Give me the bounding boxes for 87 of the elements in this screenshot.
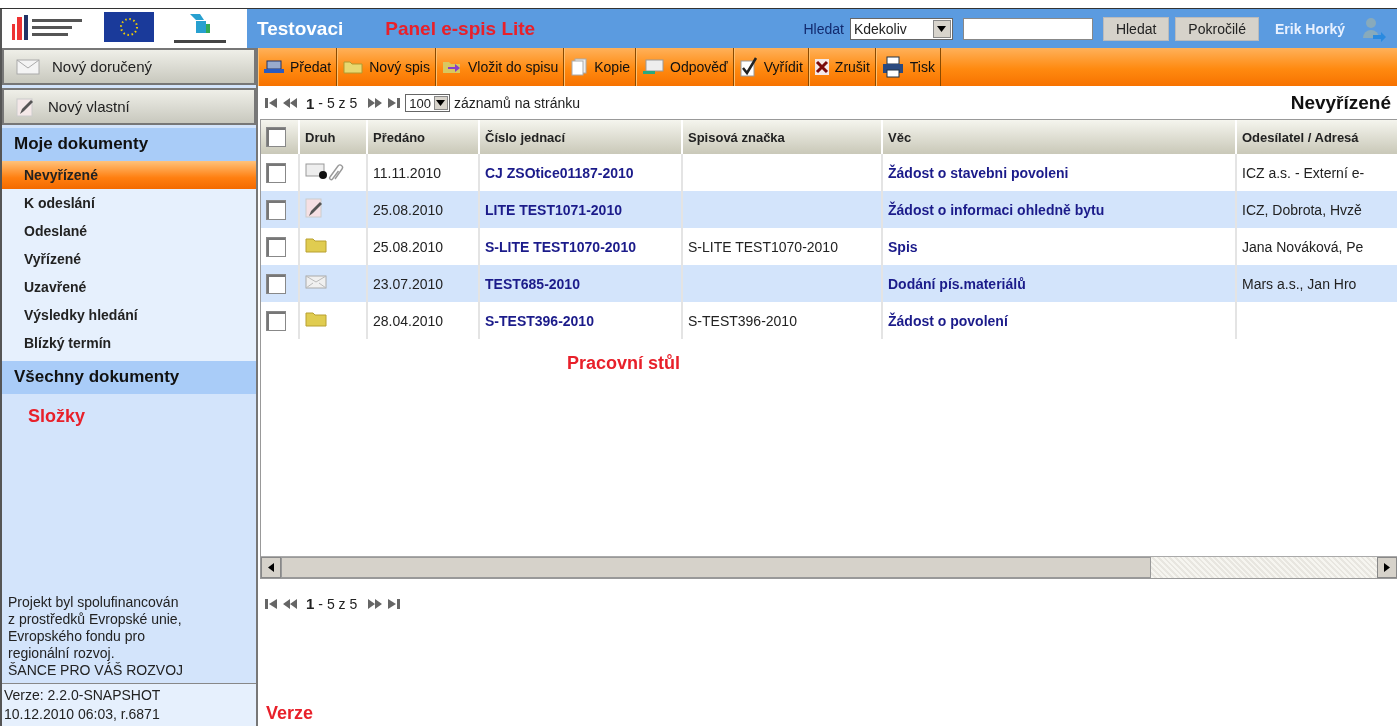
folder-icon	[305, 237, 327, 253]
envelope-icon	[305, 274, 327, 290]
app-title: Testovaci	[257, 17, 344, 40]
toolbar-button[interactable]: Odpověď	[636, 48, 734, 86]
toolbar-button[interactable]: Tisk	[875, 48, 941, 86]
pencil-document-icon	[305, 197, 325, 219]
page-size-label: záznamů na stránku	[453, 95, 581, 111]
previous-page-icon[interactable]	[282, 596, 298, 611]
toolbar-button[interactable]: Vyřídit	[733, 48, 809, 86]
sidebar-item[interactable]: K odeslání	[2, 189, 256, 217]
toolbar-button[interactable]: Zrušit	[808, 48, 876, 86]
page-number: 1	[306, 94, 315, 112]
previous-page-icon[interactable]	[282, 96, 298, 110]
page-range: - 5 z 5	[318, 595, 358, 612]
scroll-right-icon[interactable]	[1384, 563, 1390, 572]
page-range: - 5 z 5	[318, 95, 358, 111]
folder-icon	[343, 60, 364, 74]
funding-text: ŠANCE PRO VÁŠ ROZVOJ	[8, 662, 185, 679]
document-link[interactable]: S-TEST396-2010	[479, 302, 682, 339]
printer-icon	[881, 56, 904, 78]
first-page-icon[interactable]	[264, 96, 278, 110]
toolbar-button[interactable]: Předat	[258, 48, 338, 86]
row-checkbox[interactable]	[266, 236, 286, 257]
first-page-icon[interactable]	[264, 596, 278, 611]
column-header[interactable]: Věc	[882, 120, 1236, 154]
laptop-icon	[264, 60, 284, 74]
select-all-checkbox[interactable]	[266, 127, 286, 147]
new-document-button[interactable]: Nový doručený	[2, 48, 256, 85]
search-button[interactable]: Hledat	[1102, 16, 1170, 41]
advanced-search-button[interactable]: Pokročilé	[1175, 16, 1259, 41]
last-page-icon[interactable]	[387, 96, 402, 110]
row-checkbox[interactable]	[266, 199, 286, 220]
sidebar-item[interactable]: Výsledky hledání	[2, 301, 256, 329]
annotation-label: Panel e-spis Lite	[385, 17, 536, 40]
sidebar-item[interactable]: Nevyřízené	[2, 161, 256, 189]
scope-dropdown[interactable]: Kdekoliv	[849, 17, 953, 40]
user-name: Erik Horký	[1274, 20, 1345, 37]
subject-link[interactable]: Žádost o povolení	[882, 302, 1236, 339]
table-cell: 28.04.2010	[367, 302, 479, 339]
copy-icon	[570, 58, 589, 76]
view-title: Nevyřízené	[1290, 92, 1391, 114]
next-page-icon[interactable]	[367, 596, 384, 611]
row-checkbox[interactable]	[266, 162, 286, 183]
funding-text: regionální rozvoj.	[8, 645, 116, 662]
search-label: Hledat	[803, 20, 844, 37]
caret-icon	[937, 25, 947, 32]
section-header: Moje dokumenty	[2, 128, 256, 161]
version-text: 10.12.2010 06:03, r.6871	[4, 705, 161, 724]
column-header[interactable]: Spisová značka	[682, 120, 882, 154]
version-text: Verze: 2.2.0-SNAPSHOT	[4, 686, 162, 705]
email-attachment-icon	[305, 161, 345, 181]
scroll-left-icon[interactable]	[268, 563, 274, 572]
column-header[interactable]: Předáno	[367, 120, 479, 154]
page-size-dropdown[interactable]: 100	[405, 94, 450, 112]
toolbar-button[interactable]: Vložit do spisu	[435, 48, 565, 86]
search-field[interactable]	[962, 17, 1093, 40]
section-header: Všechny dokumenty	[2, 361, 256, 394]
annotation-label: Složky	[27, 405, 87, 427]
page-number: 1	[306, 595, 315, 612]
column-header[interactable]: Číslo jednací	[479, 120, 682, 154]
annotation-label: Pracovní stůl	[567, 353, 681, 375]
cross-icon	[814, 59, 829, 75]
funding-text: z prostředků Evropské unie,	[8, 611, 183, 628]
table-cell: S-TEST396-2010	[682, 302, 882, 339]
folder-icon	[305, 311, 327, 327]
last-page-icon[interactable]	[387, 596, 402, 611]
toolbar-button[interactable]: Nový spis	[337, 48, 436, 86]
sidebar-item[interactable]: Blízký termín	[2, 329, 256, 357]
next-page-icon[interactable]	[367, 96, 384, 110]
toolbar-button[interactable]: Kopie	[564, 48, 637, 86]
sidebar-item[interactable]: Vyřízené	[2, 245, 256, 273]
sidebar-item[interactable]: Uzavřené	[2, 273, 256, 301]
funding-text: Evropského fondu pro	[8, 628, 146, 645]
pencil-icon	[16, 96, 36, 117]
row-checkbox[interactable]	[266, 310, 286, 331]
caret-icon	[436, 100, 446, 106]
horizontal-scrollbar[interactable]	[261, 556, 1397, 578]
column-header[interactable]: Odesílatel / Adresá	[1236, 120, 1397, 154]
row-checkbox[interactable]	[266, 273, 286, 294]
sidebar-item[interactable]: Odeslané	[2, 217, 256, 245]
new-document-button[interactable]: Nový vlastní	[2, 88, 256, 125]
funding-text: Projekt byl spolufinancován	[8, 594, 180, 611]
folder-arrow-icon	[441, 59, 462, 75]
annotation-label: Verze	[266, 703, 314, 724]
envelope-icon	[16, 58, 40, 75]
column-header[interactable]: Druh	[299, 120, 367, 154]
checkmark-icon	[739, 57, 758, 77]
